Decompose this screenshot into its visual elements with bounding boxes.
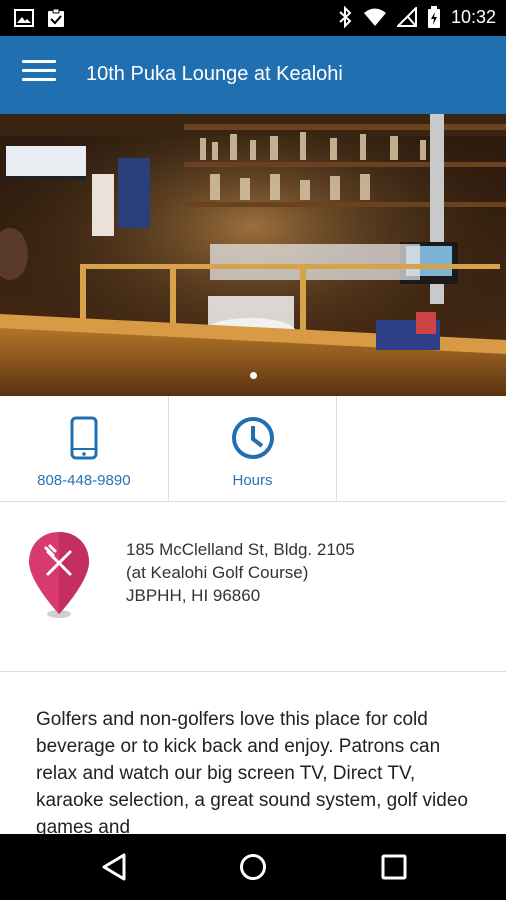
action-row: 808-448-9890 Hours: [0, 396, 506, 502]
status-bar: 10:32: [0, 0, 506, 36]
clipboard-check-icon: [48, 8, 64, 27]
description-text: Golfers and non-golfers love this place …: [36, 709, 468, 834]
address-line-3: JBPHH, HI 96860: [126, 586, 261, 605]
image-icon: [14, 9, 34, 27]
address-section[interactable]: 185 McClelland St, Bldg. 2105 (at Kealoh…: [0, 502, 506, 672]
address-line-2: (at Kealohi Golf Course): [126, 563, 309, 582]
app-bar: 10th Puka Lounge at Kealohi: [0, 36, 506, 114]
carousel-indicator[interactable]: [250, 372, 257, 379]
address-text: 185 McClelland St, Bldg. 2105 (at Kealoh…: [126, 538, 355, 607]
empty-action-cell: [337, 396, 506, 502]
address-line-1: 185 McClelland St, Bldg. 2105: [126, 540, 355, 559]
hero-image[interactable]: [0, 114, 506, 396]
restaurant-pin-icon: [29, 532, 89, 618]
battery-charging-icon: [427, 6, 440, 28]
recents-icon[interactable]: [380, 852, 408, 882]
page-title: 10th Puka Lounge at Kealohi: [86, 63, 343, 85]
clock-icon: [231, 417, 274, 459]
hamburger-menu-icon[interactable]: [22, 60, 56, 90]
phone-icon: [70, 416, 98, 460]
navigation-bar: [0, 834, 506, 900]
hours-button[interactable]: Hours: [169, 396, 338, 502]
call-label: 808-448-9890: [37, 472, 131, 489]
hours-label: Hours: [232, 472, 273, 489]
call-button[interactable]: 808-448-9890: [0, 396, 169, 502]
status-time: 10:32: [450, 6, 496, 27]
home-icon[interactable]: [238, 852, 268, 882]
back-icon[interactable]: [100, 852, 128, 882]
bluetooth-off-icon: [339, 6, 352, 28]
description-section: Golfers and non-golfers love this place …: [0, 672, 506, 834]
wifi-icon: [363, 8, 386, 26]
no-signal-icon: [396, 7, 417, 27]
